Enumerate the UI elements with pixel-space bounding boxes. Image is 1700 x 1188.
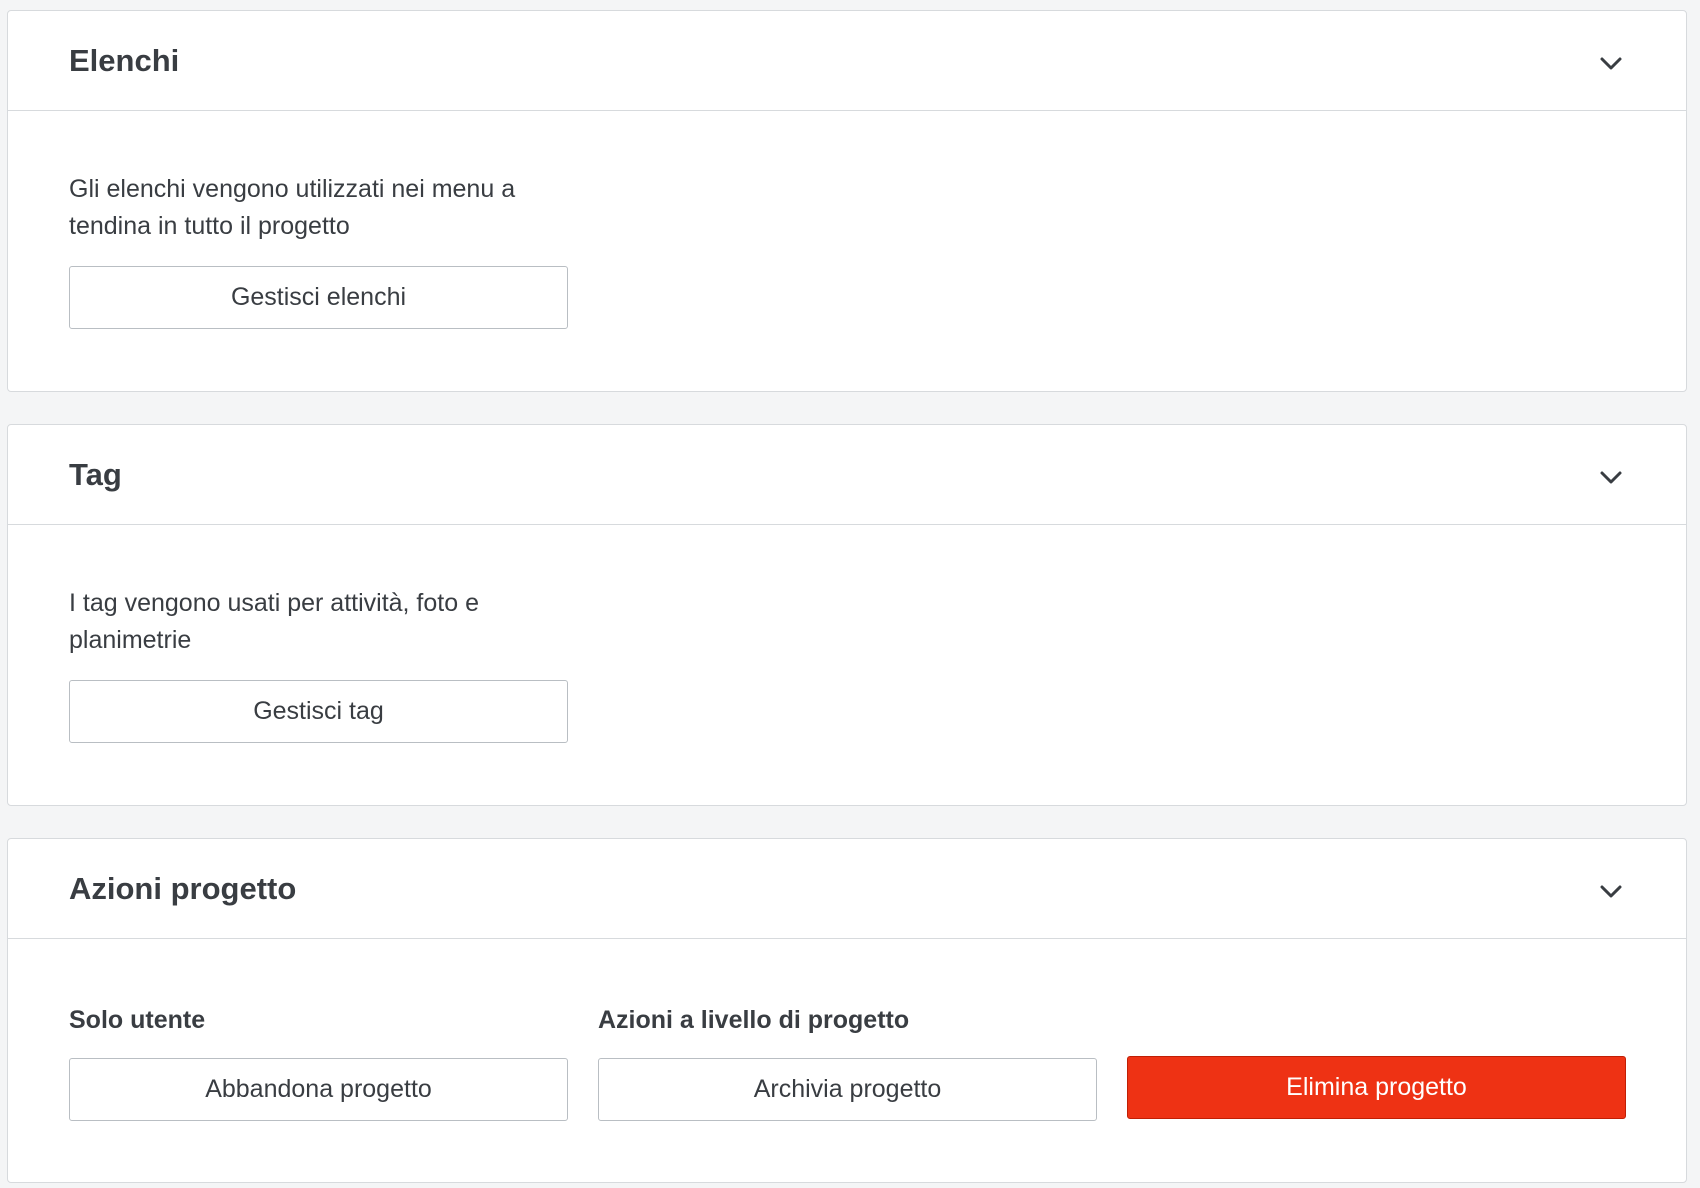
- manage-lists-button[interactable]: Gestisci elenchi: [69, 266, 568, 329]
- project-actions-card-title: Azioni progetto: [69, 871, 297, 906]
- chevron-down-icon[interactable]: [1596, 463, 1626, 493]
- lists-card: Elenchi Gli elenchi vengono utilizzati n…: [7, 10, 1687, 392]
- user-only-label: Solo utente: [69, 1006, 206, 1034]
- tags-card-title: Tag: [69, 457, 122, 492]
- chevron-down-icon[interactable]: [1596, 49, 1626, 79]
- lists-card-header[interactable]: Elenchi: [8, 11, 1686, 111]
- lists-card-title: Elenchi: [69, 43, 180, 78]
- tags-card: Tag I tag vengono usati per attività, fo…: [7, 424, 1687, 806]
- project-level-label: Azioni a livello di progetto: [598, 1006, 910, 1034]
- settings-page: Elenchi Gli elenchi vengono utilizzati n…: [0, 0, 1700, 1188]
- chevron-down-icon[interactable]: [1596, 877, 1626, 907]
- leave-project-button[interactable]: Abbandona progetto: [69, 1058, 568, 1121]
- manage-tags-button[interactable]: Gestisci tag: [69, 680, 568, 743]
- archive-project-button[interactable]: Archivia progetto: [598, 1058, 1097, 1121]
- delete-project-button[interactable]: Elimina progetto: [1127, 1056, 1626, 1119]
- project-actions-card-header[interactable]: Azioni progetto: [8, 839, 1686, 939]
- lists-description: Gli elenchi vengono utilizzati nei menu …: [69, 175, 516, 240]
- project-actions-card: Azioni progetto Solo utente Azioni a liv…: [7, 838, 1687, 1183]
- tags-description: I tag vengono usati per attività, foto e…: [69, 589, 479, 654]
- tags-card-header[interactable]: Tag: [8, 425, 1686, 525]
